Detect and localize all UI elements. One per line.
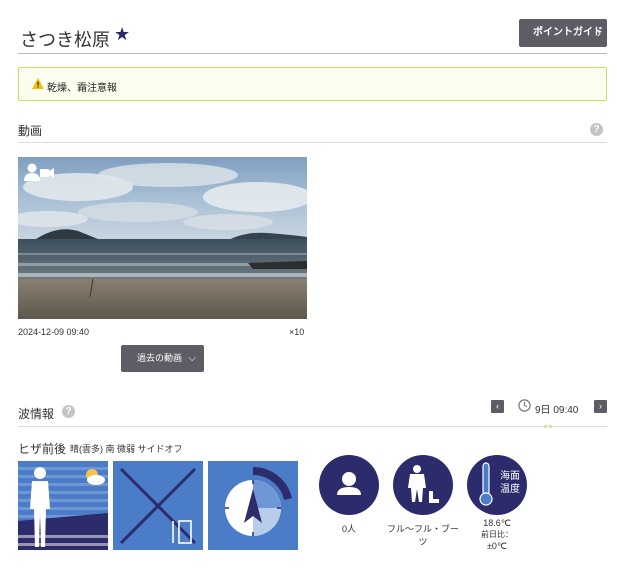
wave-help-icon[interactable]: ?: [62, 405, 75, 418]
clock-icon: [518, 399, 531, 412]
star-icon[interactable]: ★: [114, 24, 130, 45]
page-indicator: [544, 415, 554, 433]
past-videos-button[interactable]: 過去の動画 ⌵: [121, 345, 204, 372]
point-guide-button[interactable]: ポイントガイド ›: [519, 19, 607, 47]
divider: [18, 426, 607, 427]
warning-icon: [32, 78, 44, 89]
wave-height-tile: [18, 461, 108, 550]
wetsuit-circle: [393, 455, 453, 515]
person-icon: [337, 472, 361, 495]
sea-temp-icon-text: 海面 温度: [500, 471, 520, 495]
weather-alert-banner: 乾燥、霜注意報: [18, 67, 607, 101]
wind-illustration: [113, 461, 203, 550]
wetsuit-icon: [408, 465, 439, 503]
sea-temp-value: 18.6℃: [483, 518, 511, 528]
wave-size: ヒザ前後: [18, 442, 67, 456]
wave-time: 9日 09:40: [535, 405, 579, 416]
chevron-down-icon: ⌵: [188, 353, 196, 364]
next-time-button[interactable]: ›: [594, 400, 607, 413]
prev-time-button[interactable]: ‹: [491, 400, 504, 413]
wetsuit-label: フル〜フル・ブーツ: [386, 524, 459, 547]
compass-illustration: [208, 461, 298, 550]
beach-video-image: [18, 157, 307, 319]
video-camera-icon: [24, 163, 54, 181]
divider: [18, 142, 607, 143]
video-timestamp: 2024-12-09 09:40: [18, 327, 90, 337]
alert-text: 乾燥、霜注意報: [47, 83, 117, 94]
people-count-label: 0人: [341, 524, 356, 534]
past-videos-button-label: 過去の動画: [137, 353, 183, 363]
sea-temp-compare-label: 前日比：: [481, 530, 513, 539]
sea-temp-compare-value: ±0℃: [486, 541, 508, 551]
wave-height-illustration: [18, 461, 108, 550]
chevron-right-icon: ›: [597, 26, 601, 40]
wind-tile: [113, 461, 203, 550]
people-count-circle: [319, 455, 379, 515]
video-section-title: 動画: [18, 124, 43, 138]
page-header: さつき松原 ★ ポイントガイド ›: [18, 18, 607, 54]
sea-temperature-circle: 海面 温度: [467, 455, 527, 515]
video-help-icon[interactable]: ?: [590, 123, 603, 136]
page-title: さつき松原: [20, 30, 110, 50]
wave-section-title: 波情報: [18, 407, 55, 421]
point-guide-button-label: ポイントガイド: [533, 27, 603, 38]
direction-tile: [208, 461, 298, 550]
video-speed: ×10: [289, 327, 305, 337]
video-thumbnail[interactable]: [18, 157, 307, 319]
wave-conditions: 晴(雲多) 南 微弱 サイドオフ: [70, 444, 183, 454]
